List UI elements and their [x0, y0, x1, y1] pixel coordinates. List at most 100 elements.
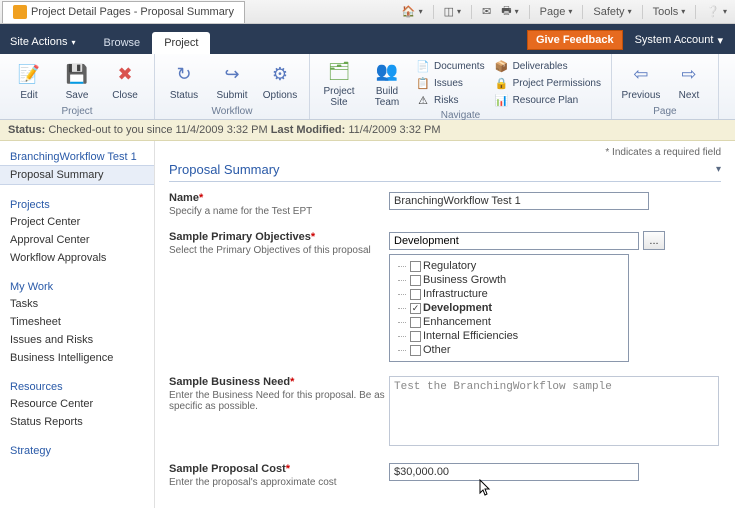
ribbon-group-label: Workflow — [163, 104, 301, 117]
nav-item-status-reports[interactable]: Status Reports — [0, 413, 154, 431]
give-feedback-button[interactable]: Give Feedback — [527, 30, 623, 50]
tree-item-selected[interactable]: ✓Development — [392, 301, 626, 315]
content-area: * Indicates a required field Proposal Su… — [155, 141, 735, 508]
previous-button[interactable]: ⇦Previous — [620, 58, 662, 104]
name-input[interactable] — [389, 192, 649, 210]
build-team-button[interactable]: 👥Build Team — [366, 58, 408, 108]
objectives-input[interactable] — [389, 232, 639, 250]
nav-item-tasks[interactable]: Tasks — [0, 295, 154, 313]
need-desc: Enter the Business Need for this proposa… — [169, 390, 389, 412]
status-checked-out: Checked-out to you since 11/4/2009 3:32 … — [48, 124, 270, 136]
section-collapse-icon[interactable]: ▾ — [716, 164, 721, 175]
save-button[interactable]: 💾Save — [56, 58, 98, 104]
checkbox-icon[interactable] — [410, 289, 421, 300]
ribbon-group-label: Page — [620, 104, 710, 117]
tree-item[interactable]: Regulatory — [392, 259, 626, 273]
permissions-icon: 🔒 — [495, 76, 509, 90]
ribbon-tabs: Browse Project — [92, 32, 211, 54]
system-account-label: System Account — [635, 34, 714, 46]
ribbon-group-project: 📝Edit 💾Save ✖Close Project — [0, 54, 155, 119]
proposal-cost-input[interactable] — [389, 463, 639, 481]
resource-plan-icon: 📊 — [495, 93, 509, 107]
close-icon: ✖ — [112, 62, 138, 88]
checkbox-checked-icon[interactable]: ✓ — [410, 303, 421, 314]
tab-project[interactable]: Project — [152, 32, 210, 54]
risks-button[interactable]: ⚠Risks — [414, 92, 487, 108]
page-menu[interactable]: Page▾ — [540, 6, 573, 18]
objectives-tree: Regulatory Business Growth Infrastructur… — [389, 254, 629, 362]
status-bar: Status: Checked-out to you since 11/4/20… — [0, 120, 735, 141]
business-need-textarea[interactable]: Test the BranchingWorkflow sample — [389, 376, 719, 446]
nav-current-project[interactable]: BranchingWorkflow Test 1 — [0, 147, 154, 165]
submit-button[interactable]: ↪Submit — [211, 58, 253, 104]
nav-item-approval-center[interactable]: Approval Center — [0, 231, 154, 249]
nav-current-page[interactable]: Proposal Summary — [0, 165, 154, 185]
home-icon[interactable]: 🏠▾ — [402, 5, 423, 18]
issues-button[interactable]: 📋Issues — [414, 75, 487, 91]
tree-item[interactable]: Infrastructure — [392, 287, 626, 301]
options-button[interactable]: ⚙Options — [259, 58, 301, 104]
deliverables-button[interactable]: 📦Deliverables — [493, 58, 603, 74]
nav-heading-projects[interactable]: Projects — [0, 195, 154, 213]
need-label: Sample Business Need — [169, 376, 290, 388]
project-site-button[interactable]: 🗂Project Site — [318, 58, 360, 108]
risks-icon: ⚠ — [416, 93, 430, 107]
ribbon-group-navigate: 🗂Project Site 👥Build Team 📄Documents 📋Is… — [310, 54, 612, 119]
print-icon[interactable]: 🖶▾ — [501, 2, 518, 21]
field-name: Name* Specify a name for the Test EPT — [169, 192, 721, 217]
ribbon-group-label: Project — [8, 104, 146, 117]
submit-icon: ↪ — [219, 62, 245, 88]
resource-plan-button[interactable]: 📊Resource Plan — [493, 92, 603, 108]
nav-heading-mywork[interactable]: My Work — [0, 277, 154, 295]
tools-menu[interactable]: Tools▾ — [653, 6, 686, 18]
feed-icon[interactable]: ◫▾ — [444, 5, 461, 18]
field-objectives: Sample Primary Objectives* Select the Pr… — [169, 231, 721, 362]
nav-item-workflow-approvals[interactable]: Workflow Approvals — [0, 249, 154, 267]
field-proposal-cost: Sample Proposal Cost* Enter the proposal… — [169, 463, 721, 488]
issues-icon: 📋 — [416, 76, 430, 90]
site-actions-menu[interactable]: Site Actions ▾ — [0, 36, 86, 54]
checkbox-icon[interactable] — [410, 261, 421, 272]
checkbox-icon[interactable] — [410, 331, 421, 342]
safety-menu[interactable]: Safety▾ — [593, 6, 631, 18]
chevron-down-icon: ▾ — [717, 34, 723, 47]
checkbox-icon[interactable] — [410, 317, 421, 328]
name-label: Name — [169, 192, 199, 204]
nav-heading-resources[interactable]: Resources — [0, 377, 154, 395]
required-star: * — [286, 463, 290, 475]
tree-item[interactable]: Other — [392, 343, 626, 357]
checkbox-icon[interactable] — [410, 275, 421, 286]
project-site-icon: 🗂 — [326, 58, 352, 84]
objectives-browse-button[interactable]: ... — [643, 231, 665, 250]
nav-item-bi[interactable]: Business Intelligence — [0, 349, 154, 367]
system-account-menu[interactable]: System Account ▾ — [635, 34, 723, 47]
nav-heading-strategy[interactable]: Strategy — [0, 441, 154, 459]
documents-icon: 📄 — [416, 59, 430, 73]
status-button[interactable]: ↻Status — [163, 58, 205, 104]
ribbon-group-page: ⇦Previous ⇨Next Page — [612, 54, 719, 119]
required-star: * — [311, 231, 315, 243]
section-title-text: Proposal Summary — [169, 162, 280, 177]
nav-item-timesheet[interactable]: Timesheet — [0, 313, 154, 331]
nav-item-project-center[interactable]: Project Center — [0, 213, 154, 231]
documents-button[interactable]: 📄Documents — [414, 58, 487, 74]
project-permissions-button[interactable]: 🔒Project Permissions — [493, 75, 603, 91]
name-desc: Specify a name for the Test EPT — [169, 206, 389, 217]
browser-tab[interactable]: Project Detail Pages - Proposal Summary — [2, 1, 245, 23]
tree-item[interactable]: Business Growth — [392, 273, 626, 287]
field-business-need: Sample Business Need* Enter the Business… — [169, 376, 721, 449]
help-icon[interactable]: ❔▾ — [706, 5, 727, 18]
edit-button[interactable]: 📝Edit — [8, 58, 50, 104]
close-button[interactable]: ✖Close — [104, 58, 146, 104]
nav-item-resource-center[interactable]: Resource Center — [0, 395, 154, 413]
checkbox-icon[interactable] — [410, 345, 421, 356]
next-button[interactable]: ⇨Next — [668, 58, 710, 104]
mail-icon[interactable]: ✉ — [482, 5, 491, 18]
tree-item[interactable]: Internal Efficiencies — [392, 329, 626, 343]
tree-item[interactable]: Enhancement — [392, 315, 626, 329]
nav-item-issues-risks[interactable]: Issues and Risks — [0, 331, 154, 349]
tab-browse[interactable]: Browse — [92, 32, 153, 54]
next-icon: ⇨ — [676, 62, 702, 88]
edit-icon: 📝 — [16, 62, 42, 88]
ribbon-header: Site Actions ▾ Browse Project Give Feedb… — [0, 24, 735, 54]
